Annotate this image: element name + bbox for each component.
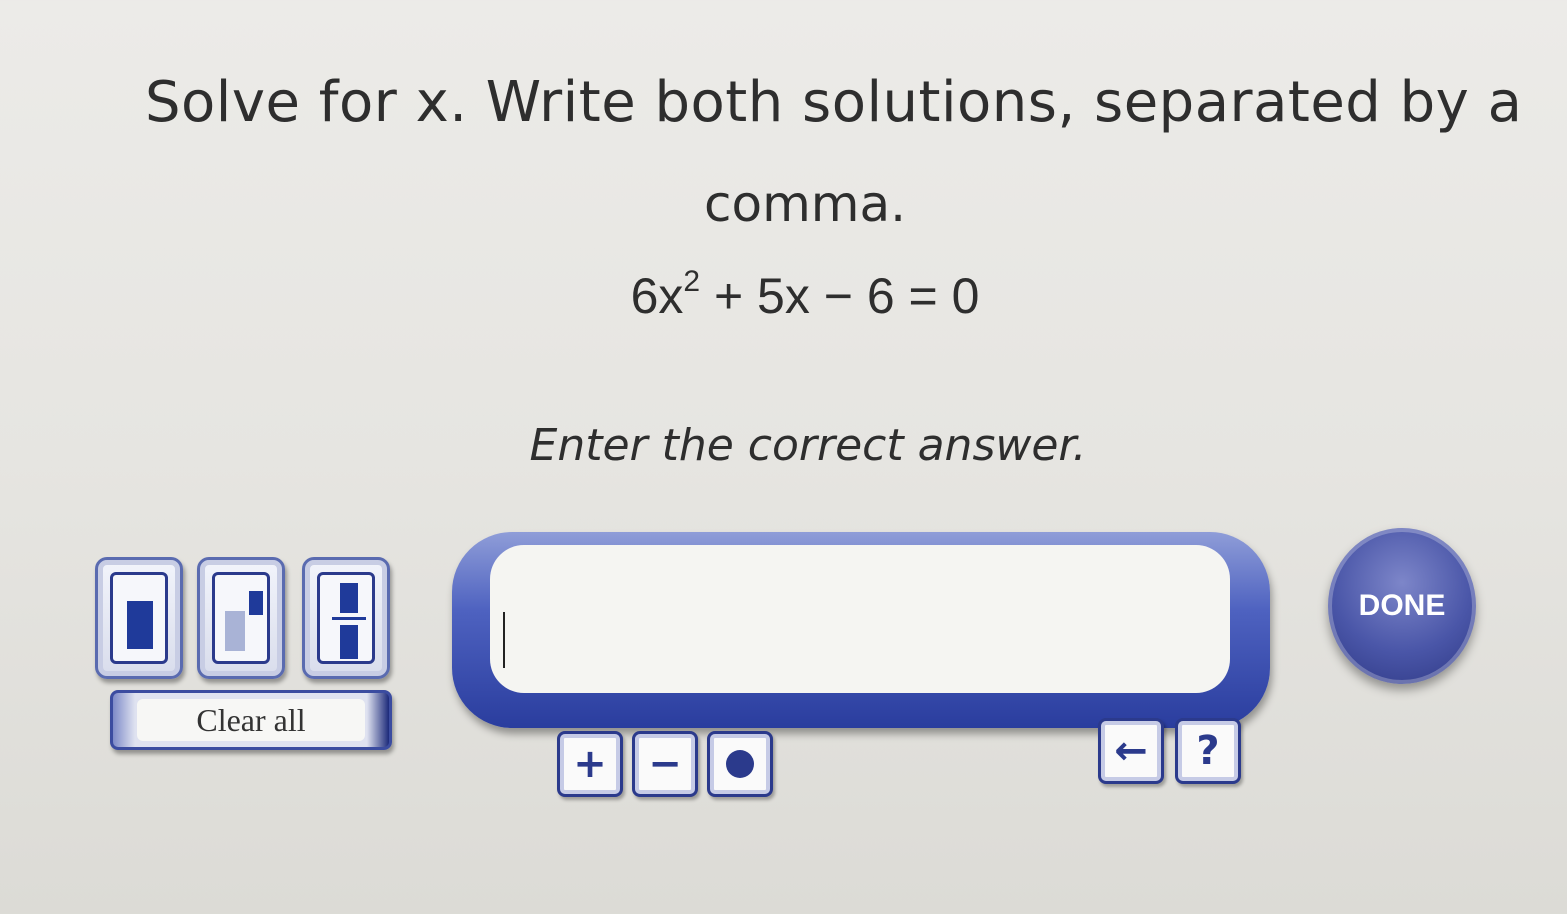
help-icon: ? (1196, 728, 1220, 774)
fraction-template-bar (332, 617, 366, 620)
fraction-template-denominator (340, 625, 358, 659)
box-template-icon (110, 572, 168, 664)
box-template-icon-block (127, 601, 153, 649)
text-caret (503, 612, 505, 668)
superscript-template-exponent (249, 591, 263, 615)
equation-exponent: 2 (683, 265, 701, 298)
help-key[interactable]: ? (1175, 718, 1241, 784)
superscript-template-icon (212, 572, 270, 664)
minus-key[interactable]: − (632, 731, 698, 797)
question-text-line2: comma. (703, 175, 907, 233)
dot-icon (726, 750, 754, 778)
backspace-key[interactable]: ← (1098, 718, 1164, 784)
clear-all-label: Clear all (137, 699, 365, 741)
plus-key[interactable]: + (557, 731, 623, 797)
answer-prompt: Enter the correct answer. (529, 420, 1087, 471)
problem-screen: Solve for x. Write both solutions, separ… (0, 0, 1567, 914)
dot-key[interactable] (707, 731, 773, 797)
superscript-template-button[interactable] (197, 557, 285, 679)
backspace-icon: ← (1114, 728, 1148, 774)
equation: 6x2 + 5x − 6 = 0 (0, 265, 1567, 325)
done-button[interactable]: DONE (1328, 528, 1476, 684)
fraction-template-icon (317, 572, 375, 664)
equation-rest: + 5x − 6 = 0 (700, 268, 980, 324)
minus-icon: − (648, 741, 682, 787)
plus-icon: + (573, 741, 607, 787)
fraction-template-button[interactable] (302, 557, 390, 679)
answer-input[interactable] (490, 545, 1230, 693)
equation-term: 6x (630, 268, 684, 324)
question-text-line1: Solve for x. Write both solutions, separ… (145, 70, 1523, 135)
box-template-button[interactable] (95, 557, 183, 679)
fraction-template-numerator (340, 583, 358, 613)
superscript-template-base (225, 611, 245, 651)
clear-all-button[interactable]: Clear all (110, 690, 392, 750)
